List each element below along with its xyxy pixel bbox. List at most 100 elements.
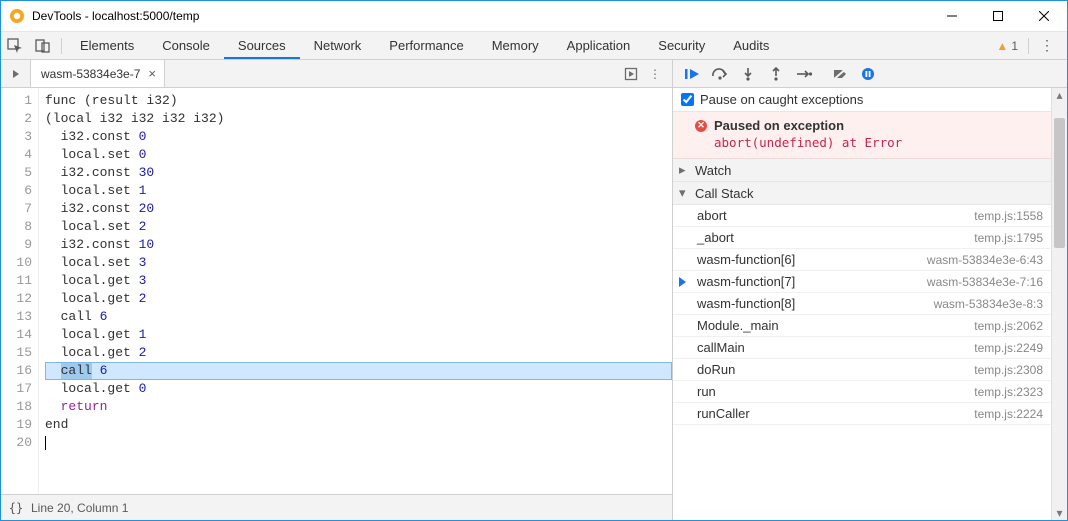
callstack-item[interactable]: aborttemp.js:1558: [673, 205, 1051, 227]
callstack-location: temp.js:2062: [974, 319, 1043, 333]
window-title: DevTools - localhost:5000/temp: [32, 9, 929, 23]
chevron-right-icon: ▸: [679, 162, 691, 178]
code-line[interactable]: end: [45, 416, 672, 434]
callstack-function: Module._main: [697, 318, 974, 333]
callstack-item[interactable]: runtemp.js:2323: [673, 381, 1051, 403]
callstack-location: temp.js:1558: [974, 209, 1043, 223]
code-line[interactable]: i32.const 20: [45, 200, 672, 218]
pause-on-caught-exceptions-checkbox[interactable]: [681, 93, 694, 106]
pause-on-exceptions-button[interactable]: [855, 63, 881, 85]
callstack-item[interactable]: wasm-function[6]wasm-53834e3e-6:43: [673, 249, 1051, 271]
chevron-down-icon: ▾: [679, 185, 691, 201]
scrollbar[interactable]: ▴ ▾: [1051, 88, 1067, 520]
code-line[interactable]: local.get 1: [45, 326, 672, 344]
tab-performance[interactable]: Performance: [375, 32, 477, 59]
more-menu-icon[interactable]: ⋮: [1033, 33, 1061, 59]
device-toolbar-icon[interactable]: [29, 33, 57, 59]
callstack-function: abort: [697, 208, 974, 223]
callstack-location: temp.js:2224: [974, 407, 1043, 421]
callstack-function: wasm-function[6]: [697, 252, 927, 267]
step-into-button[interactable]: [735, 63, 761, 85]
code-line[interactable]: local.get 2: [45, 344, 672, 362]
pretty-print-icon[interactable]: {}: [1, 501, 31, 515]
close-tab-icon[interactable]: ×: [148, 66, 156, 81]
code-line[interactable]: i32.const 0: [45, 128, 672, 146]
code-line[interactable]: local.set 3: [45, 254, 672, 272]
minimize-button[interactable]: [929, 1, 975, 32]
code-line[interactable]: local.get 2: [45, 290, 672, 308]
pause-on-caught-exceptions-row[interactable]: Pause on caught exceptions: [673, 88, 1051, 112]
callstack-function: wasm-function[8]: [697, 296, 934, 311]
inspect-element-icon[interactable]: [1, 33, 29, 59]
scroll-down-icon[interactable]: ▾: [1052, 506, 1067, 520]
code-line[interactable]: [45, 434, 672, 452]
more-file-options-icon[interactable]: ⋮: [644, 63, 666, 85]
code-line[interactable]: local.set 1: [45, 182, 672, 200]
tab-audits[interactable]: Audits: [719, 32, 783, 59]
callstack-item[interactable]: Module._maintemp.js:2062: [673, 315, 1051, 337]
callstack-function: run: [697, 384, 974, 399]
callstack-location: temp.js:2308: [974, 363, 1043, 377]
code-line[interactable]: call 6: [45, 362, 672, 380]
resume-button[interactable]: [679, 63, 705, 85]
callstack-location: temp.js:2323: [974, 385, 1043, 399]
panel-tabstrip: ElementsConsoleSourcesNetworkPerformance…: [1, 32, 1067, 60]
code-line[interactable]: local.get 3: [45, 272, 672, 290]
error-icon: ✕: [695, 120, 707, 132]
callstack-function: _abort: [697, 230, 974, 245]
file-tab-name: wasm-53834e3e-7: [41, 67, 140, 81]
show-navigator-icon[interactable]: [1, 60, 31, 87]
code-line[interactable]: (local i32 i32 i32 i32): [45, 110, 672, 128]
callstack-section-header[interactable]: ▾ Call Stack: [673, 182, 1051, 205]
scroll-up-icon[interactable]: ▴: [1052, 88, 1067, 102]
warning-icon: ▲: [996, 39, 1008, 53]
line-gutter[interactable]: 1234567891011121314151617181920: [1, 88, 39, 494]
close-window-button[interactable]: [1021, 1, 1067, 32]
tab-elements[interactable]: Elements: [66, 32, 148, 59]
step-out-button[interactable]: [763, 63, 789, 85]
warnings-badge[interactable]: ▲ 1: [990, 39, 1024, 53]
step-button[interactable]: [791, 63, 817, 85]
callstack-function: doRun: [697, 362, 974, 377]
callstack-list: aborttemp.js:1558_aborttemp.js:1795wasm-…: [673, 205, 1051, 520]
callstack-function: callMain: [697, 340, 974, 355]
tab-memory[interactable]: Memory: [478, 32, 553, 59]
paused-banner: ✕ Paused on exception abort(undefined) a…: [673, 112, 1051, 159]
tab-console[interactable]: Console: [148, 32, 224, 59]
scrollbar-thumb[interactable]: [1054, 118, 1065, 248]
code-line[interactable]: local.set 0: [45, 146, 672, 164]
callstack-item[interactable]: wasm-function[7]wasm-53834e3e-7:16: [673, 271, 1051, 293]
callstack-item[interactable]: runCallertemp.js:2224: [673, 403, 1051, 425]
code-line[interactable]: call 6: [45, 308, 672, 326]
code-line[interactable]: func (result i32): [45, 92, 672, 110]
code-line[interactable]: local.set 2: [45, 218, 672, 236]
file-tab[interactable]: wasm-53834e3e-7 ×: [31, 60, 165, 87]
callstack-location: temp.js:2249: [974, 341, 1043, 355]
code-line[interactable]: local.get 0: [45, 380, 672, 398]
tab-sources[interactable]: Sources: [224, 32, 300, 59]
paused-title: Paused on exception: [714, 118, 844, 133]
tab-network[interactable]: Network: [300, 32, 376, 59]
callstack-location: wasm-53834e3e-8:3: [934, 297, 1043, 311]
callstack-location: temp.js:1795: [974, 231, 1043, 245]
callstack-function: wasm-function[7]: [697, 274, 927, 289]
code-editor[interactable]: func (result i32)(local i32 i32 i32 i32)…: [39, 88, 672, 494]
deactivate-breakpoints-button[interactable]: [827, 63, 853, 85]
editor-statusbar: {} Line 20, Column 1: [1, 494, 672, 520]
watch-section-header[interactable]: ▸ Watch: [673, 159, 1051, 182]
sources-toolbar: wasm-53834e3e-7 × ⋮: [1, 60, 1067, 88]
callstack-item[interactable]: wasm-function[8]wasm-53834e3e-8:3: [673, 293, 1051, 315]
step-over-button[interactable]: [707, 63, 733, 85]
code-line[interactable]: return: [45, 398, 672, 416]
callstack-item[interactable]: doRuntemp.js:2308: [673, 359, 1051, 381]
code-line[interactable]: i32.const 10: [45, 236, 672, 254]
callstack-item[interactable]: callMaintemp.js:2249: [673, 337, 1051, 359]
tab-security[interactable]: Security: [644, 32, 719, 59]
callstack-section-label: Call Stack: [695, 186, 754, 201]
callstack-item[interactable]: _aborttemp.js:1795: [673, 227, 1051, 249]
callstack-location: wasm-53834e3e-7:16: [927, 275, 1043, 289]
run-snippet-icon[interactable]: [620, 63, 642, 85]
code-line[interactable]: i32.const 30: [45, 164, 672, 182]
tab-application[interactable]: Application: [553, 32, 645, 59]
maximize-button[interactable]: [975, 1, 1021, 32]
